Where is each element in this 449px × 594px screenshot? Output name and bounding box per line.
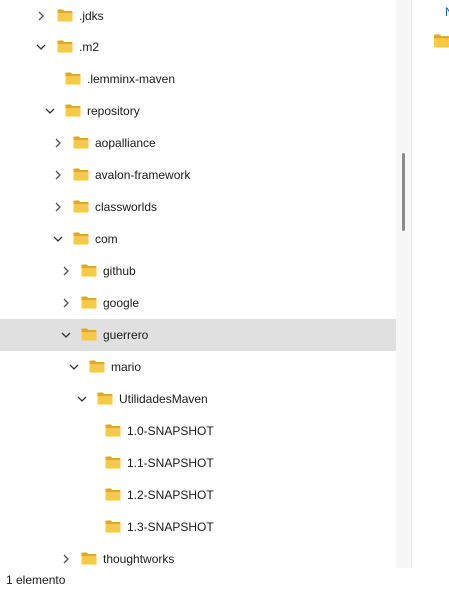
folder-icon [105,456,121,469]
folder-icon [73,200,89,213]
content-pane: N [412,0,449,568]
tree-item-label: google [103,296,140,310]
tree-item[interactable]: 1.0-SNAPSHOT [0,415,396,447]
tree-scrollbar-track[interactable] [396,0,411,568]
chevron-down-icon[interactable] [44,105,56,117]
tree-item[interactable]: avalon-framework [0,159,396,191]
tree-item-label: avalon-framework [95,168,191,182]
tree-item[interactable]: 1.3-SNAPSHOT [0,511,396,543]
folder-icon [105,424,121,437]
chevron-down-icon[interactable] [35,41,47,53]
tree-item-label: 1.3-SNAPSHOT [127,520,214,534]
tree-item[interactable]: com [0,223,396,255]
tree-item-label: com [95,232,118,246]
tree-item[interactable]: github [0,255,396,287]
folder-icon [81,296,97,309]
tree-item-label: UtilidadesMaven [119,392,208,406]
tree-item-label: 1.0-SNAPSHOT [127,424,214,438]
folder-icon [73,168,89,181]
folder-icon [57,40,73,53]
tree-item-label: thoughtworks [103,552,175,566]
tree-item[interactable]: classworlds [0,191,396,223]
tree-item-label: mario [111,360,142,374]
chevron-right-icon[interactable] [60,297,72,309]
tree-item-label: github [103,264,136,278]
tree-scrollbar-thumb[interactable] [402,153,405,231]
navigation-tree: .jdks .m2 .lemminx-maven repository aopallia… [0,0,396,568]
tree-item-label: guerrero [103,328,149,342]
chevron-right-icon[interactable] [52,169,64,181]
status-bar: 1 elemento [0,568,449,594]
chevron-down-icon[interactable] [68,361,80,373]
tree-item-label: 1.1-SNAPSHOT [127,456,214,470]
tree-item-label: .jdks [79,9,104,23]
folder-icon [81,264,97,277]
chevron-down-icon[interactable] [52,233,64,245]
folder-icon [57,9,73,22]
folder-icon [73,136,89,149]
chevron-right-icon[interactable] [60,553,72,565]
tree-item[interactable]: guerrero [0,319,396,351]
chevron-down-icon[interactable] [60,329,72,341]
tree-item[interactable]: .jdks [0,0,396,32]
tree-item-label: .m2 [79,40,100,54]
chevron-right-icon[interactable] [35,10,47,22]
folder-icon [65,104,81,117]
folder-icon [73,232,89,245]
folder-icon [97,392,113,405]
folder-icon [81,552,97,565]
folder-icon [65,72,81,85]
tree-item[interactable]: 1.1-SNAPSHOT [0,447,396,479]
folder-icon [89,360,105,373]
tree-item[interactable]: mario [0,351,396,383]
chevron-right-icon[interactable] [52,201,64,213]
tree-item-label: classworlds [95,200,158,214]
tree-item[interactable]: 1.2-SNAPSHOT [0,479,396,511]
chevron-right-icon[interactable] [60,265,72,277]
folder-icon [433,34,449,48]
chevron-down-icon[interactable] [76,393,88,405]
tree-item[interactable]: aopalliance [0,127,396,159]
tree-item-label: 1.2-SNAPSHOT [127,488,214,502]
tree-item[interactable]: .m2 [0,31,396,63]
chevron-right-icon[interactable] [52,137,64,149]
tree-item-label: repository [87,104,140,118]
tree-item[interactable]: repository [0,95,396,127]
tree-item[interactable]: UtilidadesMaven [0,383,396,415]
content-pane-partial-text[interactable]: N [445,5,449,19]
folder-icon [105,488,121,501]
tree-item-label: .lemminx-maven [87,72,176,86]
tree-item[interactable]: .lemminx-maven [0,63,396,95]
folder-icon [81,328,97,341]
tree-item-label: aopalliance [95,136,156,150]
folder-icon [105,520,121,533]
item-count-status: 1 elemento [6,573,66,587]
tree-item[interactable]: google [0,287,396,319]
tree-item[interactable]: thoughtworks [0,543,396,568]
